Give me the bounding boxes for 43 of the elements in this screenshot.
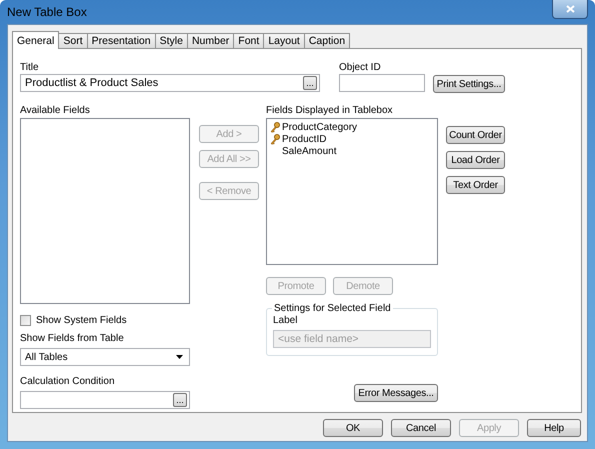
table-dropdown[interactable]: All Tables (20, 348, 190, 366)
field-label: Title (20, 61, 40, 74)
key-icon (270, 122, 280, 132)
available-fields-list[interactable] (20, 118, 190, 304)
field-label: Label (273, 314, 298, 327)
key-icon (270, 134, 280, 144)
tab[interactable]: Caption (304, 33, 350, 48)
group-title: Settings for Selected Field (273, 303, 392, 314)
tab[interactable]: Presentation (86, 33, 156, 48)
tab[interactable]: Number (186, 33, 234, 48)
browse-button[interactable]: ... (173, 393, 187, 407)
object-id-field[interactable] (339, 74, 425, 92)
print-settings-button[interactable]: Print Settings... (433, 75, 505, 93)
order-button[interactable]: Count Order (446, 126, 505, 144)
close-icon (566, 4, 574, 12)
order-button[interactable]: Load Order (446, 151, 505, 169)
window-title: New Table Box (7, 5, 87, 19)
dropdown-arrow-icon (176, 355, 183, 359)
order-button[interactable]: Text Order (446, 176, 505, 194)
title-field[interactable]: Productlist & Product Sales ... (20, 74, 320, 92)
dialog-button[interactable]: OK (323, 419, 383, 437)
tab[interactable]: Style (154, 33, 188, 48)
field-label: Calculation Condition (20, 375, 116, 388)
dialog-button[interactable]: Help (527, 419, 581, 437)
dialog-button[interactable]: Cancel (391, 419, 451, 437)
checkbox[interactable] (20, 315, 31, 326)
displayed-fields-list[interactable]: ProductCategory ProductID SaleAmount (266, 118, 438, 265)
close-button[interactable] (552, 0, 588, 18)
checkbox-label: Show System Fields (36, 315, 127, 326)
tab[interactable]: Sort (58, 33, 88, 48)
field-label: Object ID (339, 61, 382, 74)
list-label: Available Fields (20, 104, 91, 117)
tab[interactable]: Font (233, 33, 264, 48)
tab[interactable]: Layout (263, 33, 305, 48)
list-label: Fields Displayed in Tablebox (266, 104, 394, 117)
tab[interactable]: General (12, 31, 60, 49)
list-item[interactable]: SaleAmount (282, 146, 336, 156)
calculation-condition-field[interactable]: ... (20, 391, 190, 409)
error-messages-button[interactable]: Error Messages... (354, 384, 438, 402)
list-item[interactable]: ProductCategory (282, 122, 358, 132)
field-label: Show Fields from Table (20, 332, 125, 345)
browse-button[interactable]: ... (303, 76, 317, 90)
list-item[interactable]: ProductID (282, 134, 326, 144)
